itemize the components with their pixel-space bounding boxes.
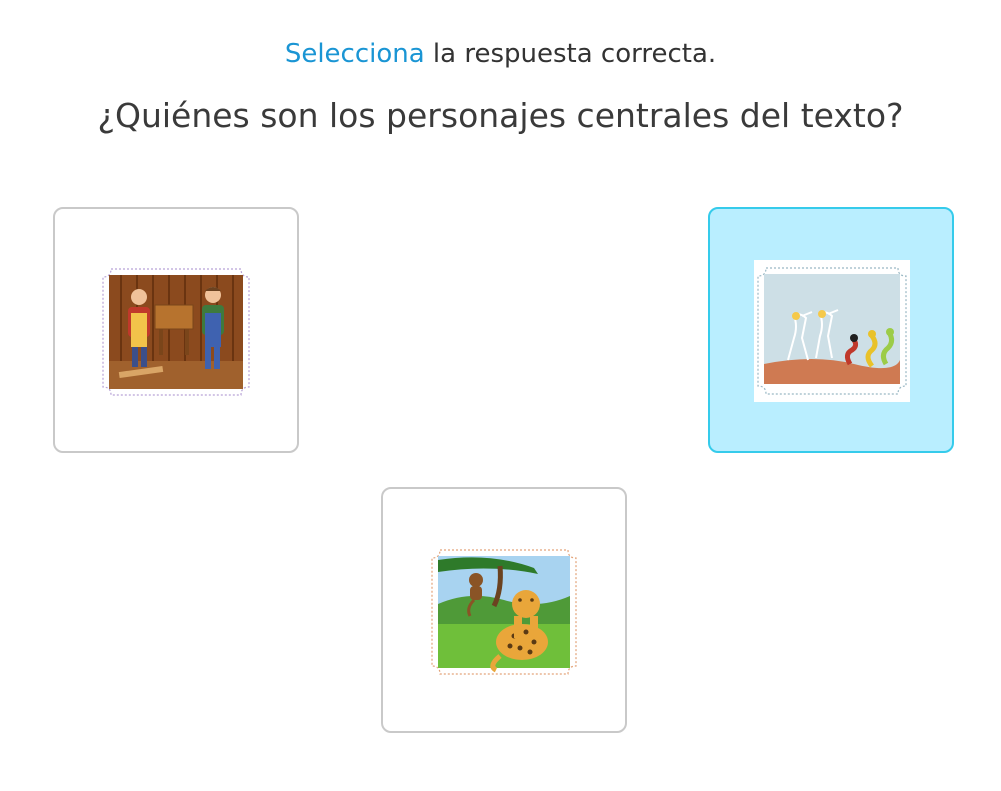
question-text: ¿Quiénes son los personajes centrales de…: [97, 96, 904, 135]
option-card-monkey-jaguar[interactable]: [381, 487, 627, 733]
monkey-jaguar-illustration: [431, 549, 577, 675]
option-card-herons-snakes[interactable]: [708, 207, 954, 453]
instruction-text: Selecciona la respuesta correcta.: [0, 36, 1001, 72]
carpenters-illustration: [102, 268, 250, 396]
herons-snakes-illustration: [754, 260, 910, 402]
instruction-verb: Selecciona: [284, 39, 425, 69]
instruction-rest: la respuesta correcta.: [424, 39, 717, 69]
option-card-carpenters[interactable]: [53, 207, 299, 453]
